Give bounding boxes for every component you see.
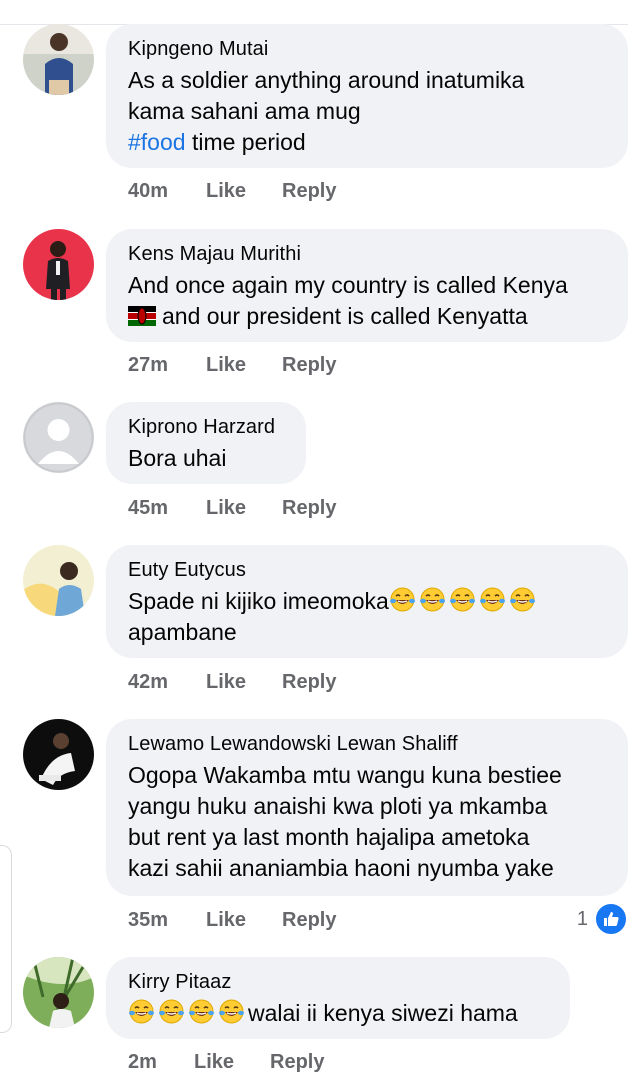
comment-timestamp[interactable]: 2m	[128, 1051, 194, 1074]
comment-line: As a soldier anything around inatumika	[128, 67, 525, 93]
comment-timestamp[interactable]: 45m	[128, 497, 206, 520]
comment-bubble[interactable]: Kens Majau Murithi And once again my cou…	[106, 229, 628, 342]
comment-line: Spade ni kijiko imeomoka	[128, 586, 606, 617]
reply-button[interactable]: Reply	[282, 671, 336, 694]
avatar[interactable]	[23, 402, 94, 473]
comment-actions: 42m Like Reply	[128, 671, 336, 694]
tears-of-joy-emoji-icon	[158, 998, 185, 1025]
reply-button[interactable]: Reply	[282, 180, 336, 203]
comment-actions: 40m Like Reply	[128, 180, 336, 203]
commenter-name[interactable]: Lewamo Lewandowski Lewan Shaliff	[128, 731, 606, 757]
comment-text: Ogopa Wakamba mtu wangu kuna bestiee yan…	[128, 760, 606, 884]
comment-timestamp[interactable]: 35m	[128, 909, 206, 932]
comment-timestamp[interactable]: 27m	[128, 354, 206, 377]
tears-of-joy-emoji-icon	[218, 998, 245, 1025]
comment-line-rest: time period	[185, 129, 306, 155]
like-thumb-icon	[594, 902, 628, 936]
comment-actions: 27m Like Reply	[128, 354, 336, 377]
tears-of-joy-emoji-icon	[479, 586, 506, 613]
reply-button[interactable]: Reply	[282, 909, 336, 932]
comment-line-text: Spade ni kijiko imeomoka	[128, 588, 389, 614]
commenter-name[interactable]: Kens Majau Murithi	[128, 241, 606, 267]
comment-text: And once again my country is called Keny…	[128, 270, 606, 332]
comment-line: Bora uhai	[128, 445, 227, 471]
like-button[interactable]: Like	[206, 497, 282, 520]
comment-line: And once again my country is called Keny…	[128, 272, 568, 298]
comment-actions: 35m Like Reply	[128, 909, 336, 932]
comment-line: kazi sahii ananiambia haoni nyumba yake	[128, 855, 554, 881]
emoji-group	[389, 586, 539, 614]
tears-of-joy-emoji-icon	[509, 586, 536, 613]
comment-line-text: walai ii kenya siwezi hama	[248, 1000, 518, 1026]
comment-actions: 45m Like Reply	[128, 497, 336, 520]
comment-bubble[interactable]: Euty Eutycus Spade ni kijiko imeomoka ap…	[106, 545, 628, 658]
commenter-name[interactable]: Kiprono Harzard	[128, 414, 284, 440]
comment-timestamp[interactable]: 40m	[128, 180, 206, 203]
comment-bubble[interactable]: Lewamo Lewandowski Lewan Shaliff Ogopa W…	[106, 719, 628, 896]
comment-bubble[interactable]: Kiprono Harzard Bora uhai	[106, 402, 306, 484]
like-button[interactable]: Like	[206, 180, 282, 203]
reaction-count: 1	[576, 907, 588, 930]
comment-line: Ogopa Wakamba mtu wangu kuna bestiee	[128, 762, 562, 788]
tears-of-joy-emoji-icon	[188, 998, 215, 1025]
comment-line: apambane	[128, 619, 237, 645]
comment-line: and our president is called Kenyatta	[128, 301, 606, 332]
comment-text: Bora uhai	[128, 443, 284, 474]
tears-of-joy-emoji-icon	[449, 586, 476, 613]
avatar[interactable]	[23, 545, 94, 616]
commenter-name[interactable]: Kirry Pitaaz	[128, 969, 548, 995]
avatar[interactable]	[23, 229, 94, 300]
like-button[interactable]: Like	[206, 671, 282, 694]
comment-bubble[interactable]: Kipngeno Mutai As a soldier anything aro…	[106, 24, 628, 168]
reply-button[interactable]: Reply	[282, 354, 336, 377]
comment-line: walai ii kenya siwezi hama	[128, 998, 548, 1029]
comment-text: walai ii kenya siwezi hama	[128, 998, 548, 1029]
comment-text: Spade ni kijiko imeomoka apambane	[128, 586, 606, 648]
reaction-summary[interactable]: 1	[577, 902, 628, 936]
tears-of-joy-emoji-icon	[419, 586, 446, 613]
comment-line: kama sahani ama mug	[128, 98, 361, 124]
emoji-group	[128, 998, 248, 1026]
tears-of-joy-emoji-icon	[128, 998, 155, 1025]
like-button[interactable]: Like	[206, 909, 282, 932]
side-panel-edge	[0, 845, 12, 1033]
kenya-flag-icon	[128, 303, 156, 326]
reply-button[interactable]: Reply	[270, 1051, 324, 1074]
reply-button[interactable]: Reply	[282, 497, 336, 520]
avatar[interactable]	[23, 719, 94, 790]
comment-line: yangu huku anaishi kwa ploti ya mkamba	[128, 793, 548, 819]
comment-timestamp[interactable]: 42m	[128, 671, 206, 694]
like-button[interactable]: Like	[194, 1051, 270, 1074]
hashtag-link[interactable]: #food	[128, 129, 186, 155]
comment-line-rest: and our president is called Kenyatta	[162, 303, 528, 329]
comment-line: #food time period	[128, 127, 606, 158]
comment-actions: 2m Like Reply	[128, 1051, 324, 1074]
comment-text: As a soldier anything around inatumika k…	[128, 65, 606, 158]
commenter-name[interactable]: Kipngeno Mutai	[128, 36, 606, 62]
comment-line: but rent ya last month hajalipa ametoka	[128, 824, 530, 850]
tears-of-joy-emoji-icon	[389, 586, 416, 613]
avatar[interactable]	[23, 957, 94, 1028]
commenter-name[interactable]: Euty Eutycus	[128, 557, 606, 583]
like-button[interactable]: Like	[206, 354, 282, 377]
comment-bubble[interactable]: Kirry Pitaaz walai ii kenya siwezi hama	[106, 957, 570, 1039]
avatar[interactable]	[23, 24, 94, 95]
